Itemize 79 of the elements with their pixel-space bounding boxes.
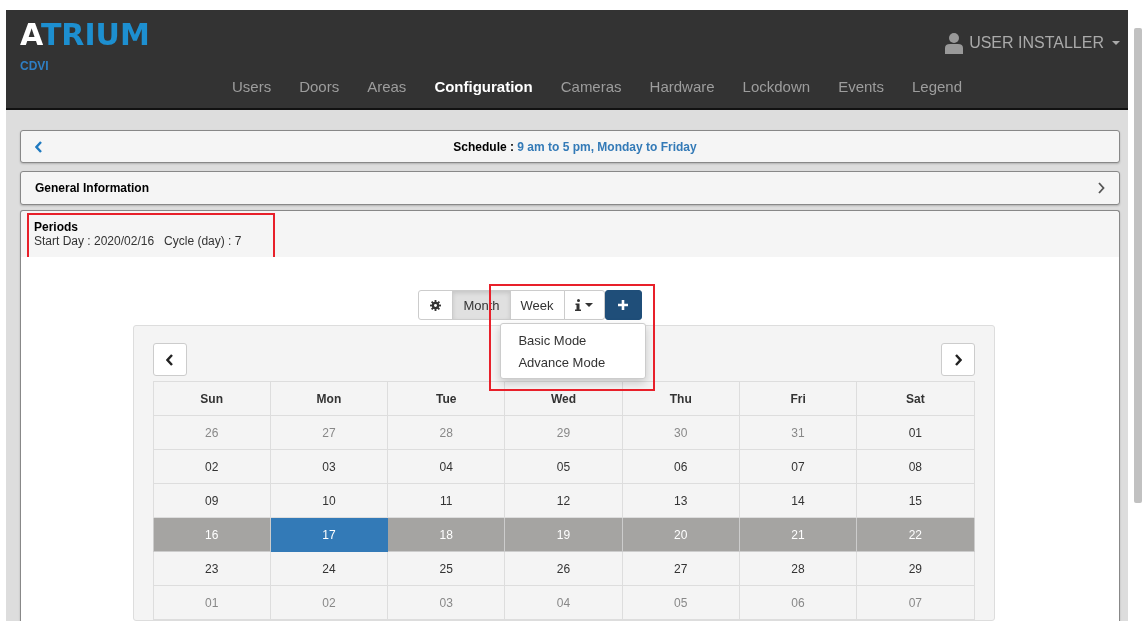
general-information-panel[interactable]: General Information — [20, 171, 1120, 205]
view-tab[interactable]: Week — [509, 290, 565, 320]
calendar-day[interactable]: 07 — [739, 449, 857, 484]
next-month-button[interactable] — [940, 343, 975, 376]
calendar-day[interactable]: 12 — [504, 483, 623, 518]
schedule-title: Schedule : 9 am to 5 pm, Monday to Friday — [453, 139, 697, 154]
weekday-header: Sun — [153, 381, 271, 416]
nav-tab[interactable]: Lockdown — [728, 76, 825, 97]
weekday-header: Wed — [504, 381, 623, 416]
chevron-right-icon — [953, 353, 962, 366]
calendar-day[interactable]: 06 — [622, 449, 740, 484]
brand-name: CDVI — [20, 59, 49, 73]
calendar-day[interactable]: 27 — [622, 551, 740, 586]
calendar-day[interactable]: 31 — [739, 415, 857, 450]
calendar-day[interactable]: 26 — [504, 551, 623, 586]
calendar-day[interactable]: 10 — [270, 483, 388, 518]
weekday-header: Mon — [270, 381, 388, 416]
weekday-header: Fri — [739, 381, 857, 416]
calendar-day[interactable]: 05 — [504, 449, 623, 484]
calendar-day[interactable]: 27 — [270, 415, 388, 450]
calendar-day[interactable]: 25 — [387, 551, 505, 586]
info-icon — [575, 299, 582, 311]
calendar-day[interactable]: 02 — [270, 585, 388, 620]
calendar-day[interactable]: 23 — [153, 551, 271, 586]
calendar-day[interactable]: 09 — [153, 483, 271, 518]
calendar-day[interactable]: 01 — [856, 415, 974, 450]
info-dropdown-button[interactable] — [563, 290, 605, 320]
atrium-logo: ATRIUM — [20, 20, 150, 50]
user-menu[interactable]: USER INSTALLER — [945, 32, 1120, 54]
add-button[interactable] — [604, 290, 642, 320]
nav-tab[interactable]: Hardware — [635, 76, 729, 97]
weekday-header: Sat — [856, 381, 974, 416]
calendar-day[interactable]: 15 — [856, 483, 974, 518]
settings-button[interactable] — [418, 290, 454, 320]
chevron-left-icon — [35, 140, 43, 153]
calendar-day[interactable]: 05 — [622, 585, 740, 620]
calendar-day[interactable]: 04 — [504, 585, 623, 620]
nav-tab[interactable]: Legend — [898, 76, 977, 97]
calendar-day[interactable]: 01 — [153, 585, 271, 620]
plus-icon — [618, 300, 629, 310]
user-icon — [945, 32, 964, 54]
menu-item[interactable]: Basic Mode — [501, 329, 646, 351]
chevron-right-icon — [1097, 182, 1105, 194]
calendar-day[interactable]: 29 — [856, 551, 974, 586]
calendar-day[interactable]: 28 — [387, 415, 505, 450]
nav-tab[interactable]: Events — [824, 76, 898, 97]
calendar-day[interactable]: 03 — [387, 585, 505, 620]
calendar-day[interactable]: 29 — [504, 415, 623, 450]
calendar-day[interactable]: 30 — [622, 415, 740, 450]
calendar-day[interactable]: 24 — [270, 551, 388, 586]
calendar-day[interactable]: 17 — [270, 517, 388, 552]
calendar-day[interactable]: 07 — [856, 585, 974, 620]
nav-tab[interactable]: Areas — [353, 76, 421, 97]
chevron-left-icon — [165, 353, 174, 366]
nav-tab[interactable]: Doors — [285, 76, 354, 97]
nav-tab[interactable]: Users — [218, 76, 286, 97]
calendar-day[interactable]: 02 — [153, 449, 271, 484]
scrollbar-thumb[interactable] — [1134, 28, 1142, 503]
calendar-day[interactable]: 26 — [153, 415, 271, 450]
caret-icon — [585, 303, 594, 307]
caret-icon — [1112, 41, 1120, 45]
calendar-day[interactable]: 11 — [387, 483, 505, 518]
weekday-header: Tue — [387, 381, 505, 416]
periods-title: Periods — [34, 220, 79, 234]
calendar-day[interactable]: 03 — [270, 449, 388, 484]
panel-title: General Information — [35, 181, 150, 195]
weekday-header: Thu — [622, 381, 740, 416]
nav-tab[interactable]: Configuration — [420, 76, 547, 97]
calendar-day[interactable]: 08 — [856, 449, 974, 484]
previous-month-button[interactable] — [152, 343, 187, 376]
calendar-day[interactable]: 04 — [387, 449, 505, 484]
nav-tab[interactable]: Cameras — [546, 76, 636, 97]
calendar-day[interactable]: 06 — [739, 585, 857, 620]
calendar-day[interactable]: 13 — [622, 483, 740, 518]
calendar-day[interactable]: 14 — [739, 483, 857, 518]
calendar-day[interactable]: 28 — [739, 551, 857, 586]
settings-icon — [430, 299, 442, 311]
menu-item[interactable]: Advance Mode — [501, 351, 646, 373]
periods-details: Start Day : 2020/02/16 Cycle (day) : 7 — [34, 234, 243, 248]
